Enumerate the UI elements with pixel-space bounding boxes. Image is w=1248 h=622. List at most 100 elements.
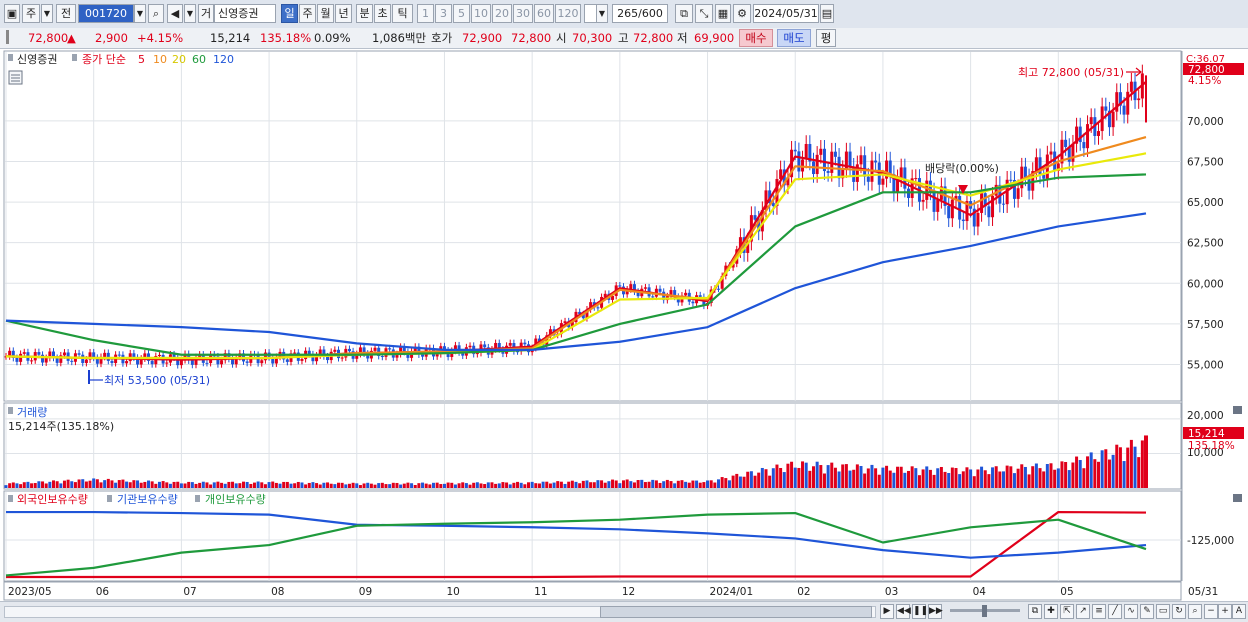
volume-bar	[537, 483, 541, 488]
volume-bar	[176, 481, 180, 488]
candle-body	[717, 288, 720, 290]
tool-line-icon[interactable]: ╱	[1108, 604, 1122, 619]
holding-close-icon[interactable]	[1233, 494, 1242, 502]
scroll-pause-icon[interactable]: ❚❚	[912, 604, 928, 619]
font-size-icon[interactable]: A	[1232, 604, 1246, 619]
gear-icon[interactable]: ⚙	[733, 4, 751, 23]
scroll-right-icon[interactable]: ▶	[880, 604, 894, 619]
draw-tools-icon[interactable]: ⤡	[695, 4, 713, 23]
candle-body	[914, 178, 918, 180]
panel-handle-icon	[8, 54, 13, 61]
volume-bar	[293, 483, 297, 488]
count-field[interactable]: 265/600	[612, 4, 668, 23]
speaker-icon[interactable]: ◀	[167, 4, 183, 23]
evaluate-button[interactable]: 평	[816, 29, 836, 47]
tool-trend-icon[interactable]: ↗	[1076, 604, 1090, 619]
candle-body	[245, 361, 249, 363]
interval-dropdown-icon[interactable]: ▼	[596, 4, 608, 23]
chart-area[interactable]: 신영증권 종가 단순 5 10 20 60 120 최고 72,800 (05/…	[0, 50, 1248, 601]
count-max: /600	[638, 7, 663, 20]
volume-bar	[490, 482, 494, 488]
interval-10-button[interactable]: 10	[471, 4, 491, 23]
candle-body	[260, 360, 264, 364]
period-tick-tab[interactable]: 틱	[392, 4, 413, 23]
volume-bar	[183, 483, 187, 488]
candle-body	[1023, 166, 1027, 178]
volume-bar	[1082, 468, 1086, 488]
mode-left-button[interactable]: 주	[22, 4, 40, 23]
zoom-in-icon[interactable]: +	[1218, 604, 1232, 619]
interval-5-button[interactable]: 5	[453, 4, 470, 23]
mode-left-dropdown-icon[interactable]: ▼	[41, 4, 53, 23]
interval-30-button[interactable]: 30	[513, 4, 533, 23]
stock-code-input[interactable]: 001720	[78, 4, 134, 23]
tool-fib-icon[interactable]: ≡	[1092, 604, 1106, 619]
tool-edit-icon[interactable]: ✎	[1140, 604, 1154, 619]
volume-bar	[216, 481, 220, 488]
date-field[interactable]: 2024/05/31	[753, 4, 819, 23]
tool-crosshair-icon[interactable]: ✚	[1044, 604, 1058, 619]
save-icon[interactable]: ▦	[715, 4, 731, 23]
price-tick: 70,000	[1187, 116, 1224, 128]
zoom-out-icon[interactable]: −	[1204, 604, 1218, 619]
candle-body	[103, 352, 107, 357]
search-icon[interactable]: ⌕	[148, 4, 164, 23]
volume-bar	[954, 468, 958, 488]
dividend-annotation: 배당락(0.00%)	[925, 162, 999, 175]
tool-cursor-icon[interactable]: ⇱	[1060, 604, 1074, 619]
scroll-forward-icon[interactable]: ▶▶	[928, 604, 943, 619]
period-week-tab[interactable]: 주	[299, 4, 316, 23]
price-tick: 67,500	[1187, 156, 1224, 168]
interval-120-button[interactable]: 120	[555, 4, 581, 23]
x-label: 09	[359, 586, 372, 598]
scroll-back-icon[interactable]: ◀◀	[896, 604, 911, 619]
tool-wave-icon[interactable]: ∿	[1124, 604, 1138, 619]
interval-20-button[interactable]: 20	[492, 4, 512, 23]
interval-60-button[interactable]: 60	[534, 4, 554, 23]
volume-bar	[731, 475, 735, 488]
interval-3-button[interactable]: 3	[435, 4, 452, 23]
candle-body	[55, 357, 59, 363]
mode-right-button[interactable]: 전	[56, 4, 76, 23]
volume-bar	[512, 482, 516, 488]
volume-bar	[600, 480, 604, 488]
tool-box-icon[interactable]: ▭	[1156, 604, 1170, 619]
chart-menu-icon[interactable]: ▣	[4, 4, 20, 23]
speaker-dropdown-icon[interactable]: ▼	[184, 4, 196, 23]
sell-button[interactable]: 매도	[777, 29, 811, 47]
buy-button[interactable]: 매수	[739, 29, 773, 47]
volume-bar	[117, 480, 121, 488]
volume-bar	[760, 467, 764, 488]
zoom-slider-handle[interactable]	[982, 605, 987, 617]
candle-settings-icon[interactable]: ⧉	[675, 4, 693, 23]
x-label: 02	[797, 586, 810, 598]
stock-chart[interactable]: 신영증권 종가 단순 5 10 20 60 120 최고 72,800 (05/…	[0, 50, 1248, 601]
tool-refresh-icon[interactable]: ↻	[1172, 604, 1186, 619]
calendar-icon[interactable]: ▤	[820, 4, 834, 23]
tool-copy-icon[interactable]: ⧉	[1028, 604, 1042, 619]
volume-bar	[917, 475, 921, 488]
zoom-search-icon[interactable]: ⌕	[1188, 604, 1202, 619]
period-month-tab[interactable]: 월	[317, 4, 334, 23]
candle-body	[947, 205, 951, 219]
period-second-tab[interactable]: 초	[374, 4, 391, 23]
volume-bar	[201, 481, 205, 488]
interval-1-button[interactable]: 1	[417, 4, 434, 23]
period-minute-tab[interactable]: 분	[356, 4, 373, 23]
scroll-thumb[interactable]	[600, 606, 872, 618]
volume-bar	[205, 482, 209, 488]
volume-bar	[848, 470, 852, 488]
period-day-tab[interactable]: 일	[281, 4, 298, 23]
volume-bar	[665, 479, 669, 488]
candle-body	[1089, 117, 1093, 125]
candle-body	[874, 160, 878, 163]
volume-bar	[388, 484, 392, 488]
volume-bar	[717, 479, 720, 488]
period-year-tab[interactable]: 년	[335, 4, 352, 23]
chart-scrollbar[interactable]: ▶ ◀◀ ❚❚ ▶▶ ⧉ ✚ ⇱ ↗ ≡ ╱ ∿ ✎ ▭ ↻ ⌕ − + A	[0, 601, 1248, 622]
volume-bar	[779, 467, 783, 488]
stock-name-field[interactable]: 신영증권	[214, 4, 276, 23]
code-dropdown-icon[interactable]: ▼	[134, 4, 146, 23]
volume-close-icon[interactable]	[1233, 406, 1242, 414]
ma-10-label: 10	[153, 53, 167, 66]
